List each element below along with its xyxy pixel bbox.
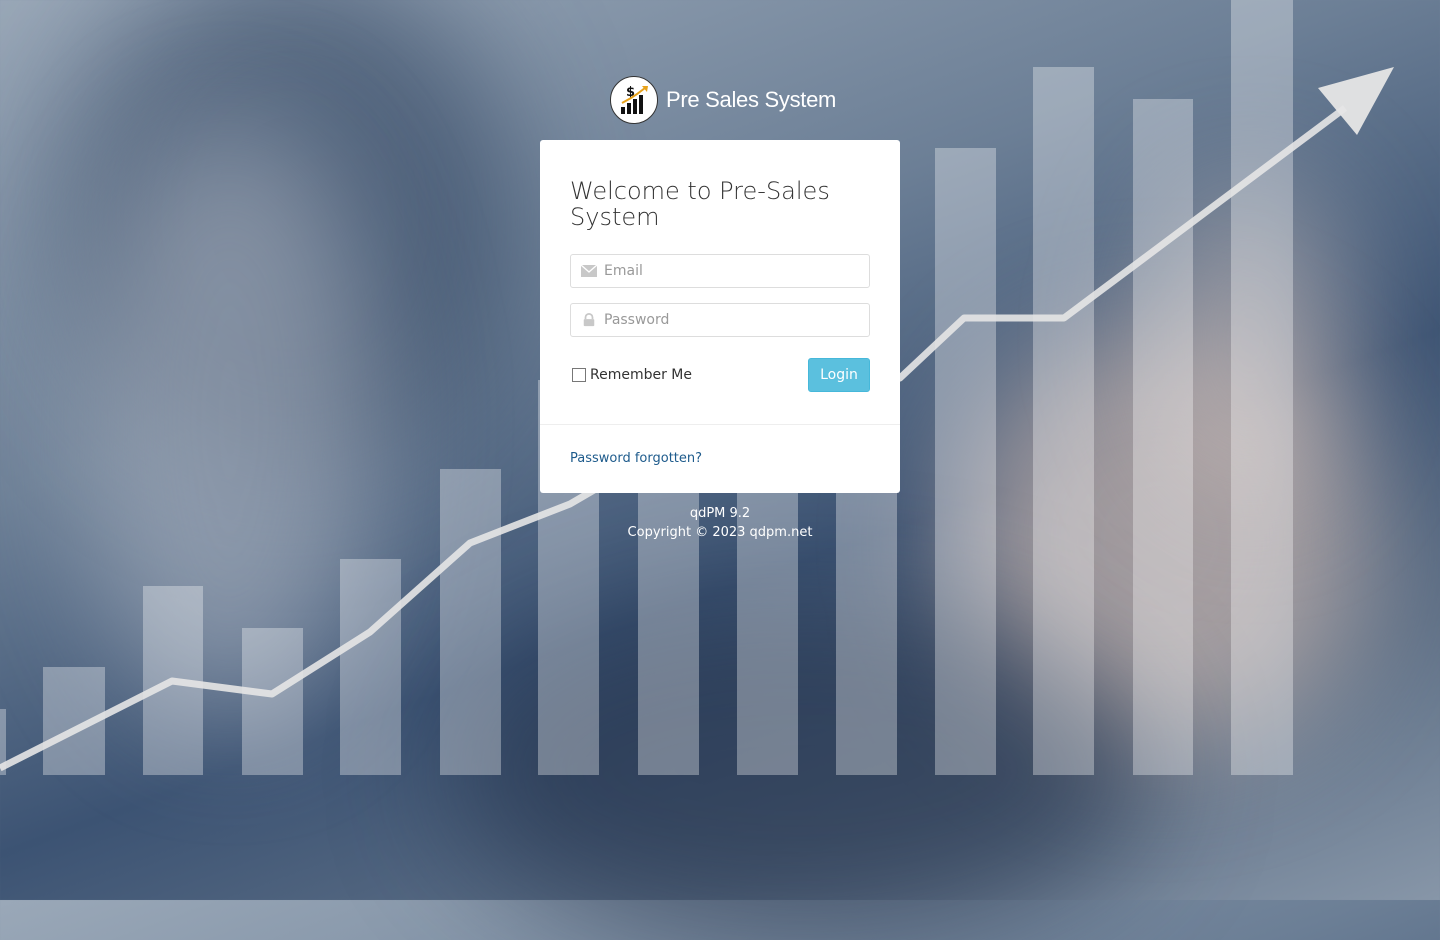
login-button[interactable]: Login: [808, 358, 870, 392]
envelope-icon: [581, 264, 597, 277]
password-forgotten-link[interactable]: Password forgotten?: [570, 451, 702, 466]
password-field-wrapper: [570, 303, 870, 337]
page-footer: qdPM 9.2 Copyright © 2023 qdpm.net: [540, 504, 900, 542]
login-title: Welcome to Pre-Sales System: [570, 177, 830, 231]
remember-me[interactable]: Remember Me: [570, 367, 692, 383]
dollar-growth-chart-icon: $: [610, 76, 658, 124]
version-text: qdPM 9.2: [689, 506, 751, 521]
email-field-wrapper: [570, 254, 870, 288]
lock-icon: [583, 313, 595, 327]
brand-name: Pre Sales System: [666, 87, 837, 112]
password-input[interactable]: [604, 304, 864, 336]
copyright-text: Copyright © 2023 qdpm.net: [627, 525, 813, 540]
remember-me-label: Remember Me: [590, 367, 692, 383]
brand-header: $ Pre Sales System: [610, 76, 836, 124]
login-card: Welcome to Pre-Sales System Remember Me …: [540, 140, 900, 493]
email-input[interactable]: [604, 255, 864, 287]
remember-me-checkbox[interactable]: [572, 368, 586, 382]
card-divider: [540, 424, 900, 425]
